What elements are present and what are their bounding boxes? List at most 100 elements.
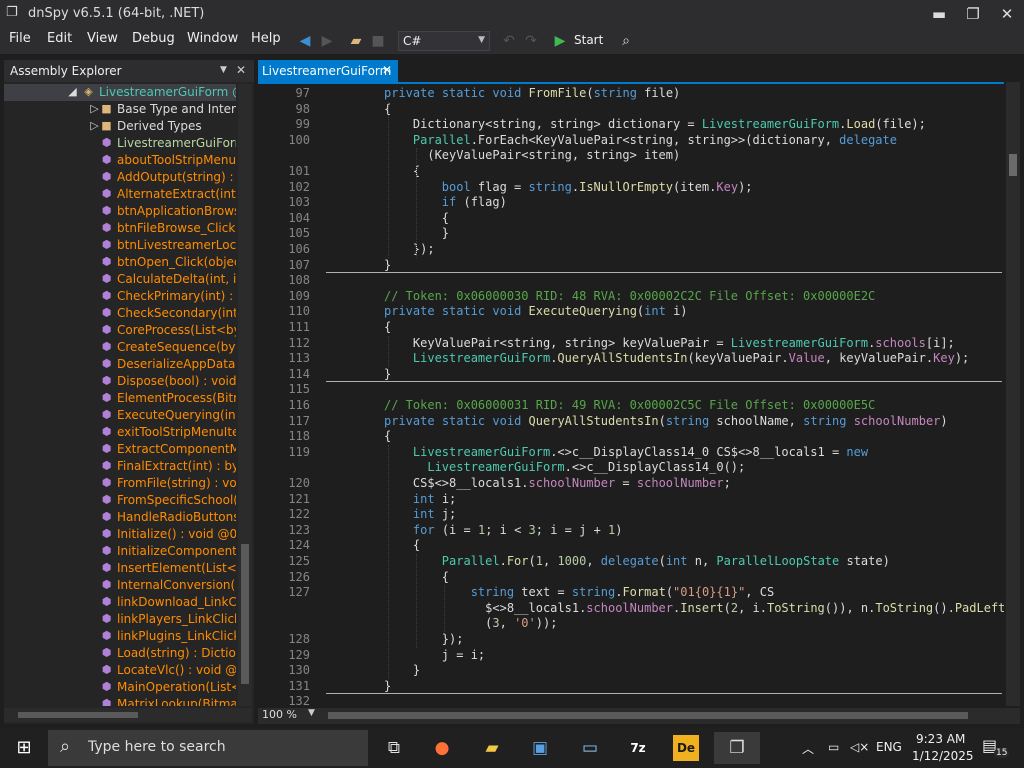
detect-it-easy-icon[interactable]: De [673, 735, 699, 761]
code-line[interactable]: if (flag) [384, 195, 507, 209]
tree-item[interactable]: ▷ ■ Derived Types [4, 118, 236, 135]
code-line[interactable]: LivestreamerGuiForm.QueryAllStudentsIn(k… [384, 351, 969, 365]
tree-item[interactable]: ⬢ InternalConversion(in [4, 577, 236, 594]
editor-vertical-scrollbar[interactable] [1006, 82, 1020, 706]
tree-item[interactable]: ⬢ aboutToolStripMenul [4, 152, 236, 169]
code-line[interactable]: private static void FromFile(string file… [384, 86, 680, 100]
tree-item[interactable]: ⬢ linkDownload_LinkCli [4, 594, 236, 611]
tree-item[interactable]: ⬢ MainOperation(List<I [4, 679, 236, 696]
tree-item[interactable]: ⬢ linkPlayers_LinkClicke [4, 611, 236, 628]
tree-item[interactable]: ⬢ btnLivestreamerLocB [4, 237, 236, 254]
save-icon[interactable]: ■ [368, 31, 388, 51]
clock-date[interactable]: 1/12/2025 [912, 749, 974, 763]
code-line[interactable]: $<>8__locals1.schoolNumber.Insert(2, i.T… [384, 601, 1004, 615]
code-line[interactable]: } [384, 258, 391, 272]
code-line[interactable]: LivestreamerGuiForm.<>c__DisplayClass14_… [384, 460, 745, 474]
taskbar-search-box[interactable]: ⌕ Type here to search [48, 730, 368, 766]
tree-item[interactable]: ⬢ Load(string) : Diction [4, 645, 236, 662]
panel-close-icon[interactable]: ✕ [236, 63, 246, 77]
tree-item[interactable]: ⬢ FinalExtract(int) : byte [4, 458, 236, 475]
tab-close-icon[interactable]: ✕ [382, 63, 392, 77]
code-line[interactable]: bool flag = string.IsNullOrEmpty(item.Ke… [384, 180, 753, 194]
expand-chevron-icon[interactable]: ◢ [66, 86, 79, 98]
code-line[interactable]: KeyValuePair<string, string> keyValuePai… [384, 336, 955, 350]
tree-item[interactable]: ⬢ linkPlugins_LinkClick [4, 628, 236, 645]
code-line[interactable]: { [384, 320, 391, 334]
close-button[interactable]: ✕ [990, 0, 1024, 28]
code-line[interactable]: int i; [384, 492, 456, 506]
code-line[interactable]: Dictionary<string, string> dictionary = … [384, 117, 926, 131]
7zip-icon[interactable]: 7z [618, 732, 658, 764]
tree-item[interactable]: ◢ ◈ LivestreamerGuiForm @0 [4, 84, 236, 101]
start-button[interactable]: Start [574, 33, 603, 47]
start-play-icon[interactable]: ▶ [552, 31, 568, 51]
app-window-icon[interactable]: ▭ [570, 732, 610, 764]
tree-item[interactable]: ⬢ CoreProcess(List<byt [4, 322, 236, 339]
tray-chevron-up-icon[interactable]: ︿ [802, 740, 814, 757]
tree-item[interactable]: ⬢ CheckSecondary(int) [4, 305, 236, 322]
code-line[interactable]: private static void ExecuteQuerying(int … [384, 304, 688, 318]
panel-menu-chevron-icon[interactable]: ▼ [220, 65, 227, 75]
navigate-back-icon[interactable]: ◀ [296, 31, 314, 51]
menu-debug[interactable]: Debug [132, 31, 175, 46]
windows-start-icon[interactable]: ⊞ [4, 732, 44, 764]
tree-vertical-scrollbar[interactable] [238, 84, 252, 706]
language-select[interactable]: C# ▼ [398, 31, 490, 51]
tree-item[interactable]: ⬢ LivestreamerGuiForm [4, 135, 236, 152]
code-line[interactable]: Parallel.For(1, 1000, delegate(int n, Pa… [384, 554, 890, 568]
code-line[interactable]: { [384, 538, 420, 552]
search-icon[interactable]: ⌕ [616, 31, 636, 51]
tree-item[interactable]: ▷ ■ Base Type and Interfa [4, 101, 236, 118]
tree-item[interactable]: ⬢ FromFile(string) : voi [4, 475, 236, 492]
code-line[interactable]: LivestreamerGuiForm.<>c__DisplayClass14_… [384, 445, 868, 459]
tree-item[interactable]: ⬢ InsertElement(List<by [4, 560, 236, 577]
tree-item[interactable]: ⬢ InitializeComponent( [4, 543, 236, 560]
code-line[interactable]: }); [384, 632, 464, 646]
network-tool-icon[interactable]: ▣ [520, 732, 560, 764]
redo-icon[interactable]: ↷ [522, 31, 540, 51]
tree-horizontal-scrollbar[interactable] [4, 708, 252, 722]
tree-item[interactable]: ⬢ AddOutput(string) : v [4, 169, 236, 186]
code-line[interactable]: string text = string.Format("01{0}{1}", … [384, 585, 775, 599]
zoom-level[interactable]: 100 % [262, 708, 297, 721]
tree-item[interactable]: ⬢ ExtractComponentM [4, 441, 236, 458]
code-line[interactable]: (3, '0')); [384, 616, 557, 630]
navigate-forward-icon[interactable]: ▶ [318, 31, 336, 51]
code-line[interactable]: // Token: 0x06000031 RID: 49 RVA: 0x0000… [384, 398, 875, 412]
firefox-icon[interactable]: ● [422, 732, 462, 764]
tree-item[interactable]: ⬢ Initialize() : void @060 [4, 526, 236, 543]
code-line[interactable]: } [384, 663, 420, 677]
tree-item[interactable]: ⬢ exitToolStripMenuIter [4, 424, 236, 441]
code-line[interactable]: // Token: 0x06000030 RID: 48 RVA: 0x0000… [384, 289, 875, 303]
menu-file[interactable]: File [9, 31, 31, 46]
tree-item[interactable]: ⬢ FromSpecificSchool( [4, 492, 236, 509]
task-view-icon[interactable]: ⧉ [374, 732, 414, 764]
tree-item[interactable]: ⬢ ExecuteQuerying(int) [4, 407, 236, 424]
code-line[interactable]: int j; [384, 507, 456, 521]
menu-help[interactable]: Help [251, 31, 281, 46]
tree-item[interactable]: ⬢ HandleRadioButtons( [4, 509, 236, 526]
file-explorer-icon[interactable]: ▰ [472, 732, 512, 764]
code-line[interactable]: } [384, 679, 391, 693]
dnspy-taskbar-icon[interactable]: ❐ [714, 732, 760, 764]
tree-item[interactable]: ⬢ ElementProcess(Bitm [4, 390, 236, 407]
editor-horizontal-scrollbar[interactable] [328, 712, 968, 719]
tree-item[interactable]: ⬢ LocateVlc() : void @0 [4, 662, 236, 679]
tree-item[interactable]: ⬢ CheckPrimary(int) : b [4, 288, 236, 305]
code-line[interactable]: CS$<>8__locals1.schoolNumber = schoolNum… [384, 476, 731, 490]
clock-time[interactable]: 9:23 AM [916, 732, 965, 746]
tree-item[interactable]: ⬢ btnFileBrowse_Click( [4, 220, 236, 237]
volume-muted-icon[interactable]: ◁× [850, 740, 869, 754]
minimize-button[interactable]: ▬ [922, 0, 956, 28]
tree-item[interactable]: ⬢ CreateSequence(byte [4, 339, 236, 356]
network-icon[interactable]: ▭ [828, 740, 839, 754]
code-line[interactable]: { [384, 429, 391, 443]
tree-item[interactable]: ⬢ DeserializeAppData() [4, 356, 236, 373]
code-editor[interactable]: 97 private static void FromFile(string fi… [258, 82, 1004, 708]
code-line[interactable]: private static void QueryAllStudentsIn(s… [384, 414, 948, 428]
tree-item[interactable]: ⬢ AlternateExtract(int) : [4, 186, 236, 203]
tree-item[interactable]: ⬢ MatrixLookup(Bitmap [4, 696, 236, 706]
restore-button[interactable]: ❐ [956, 0, 990, 28]
menu-view[interactable]: View [87, 31, 118, 46]
code-line[interactable]: { [384, 164, 420, 178]
